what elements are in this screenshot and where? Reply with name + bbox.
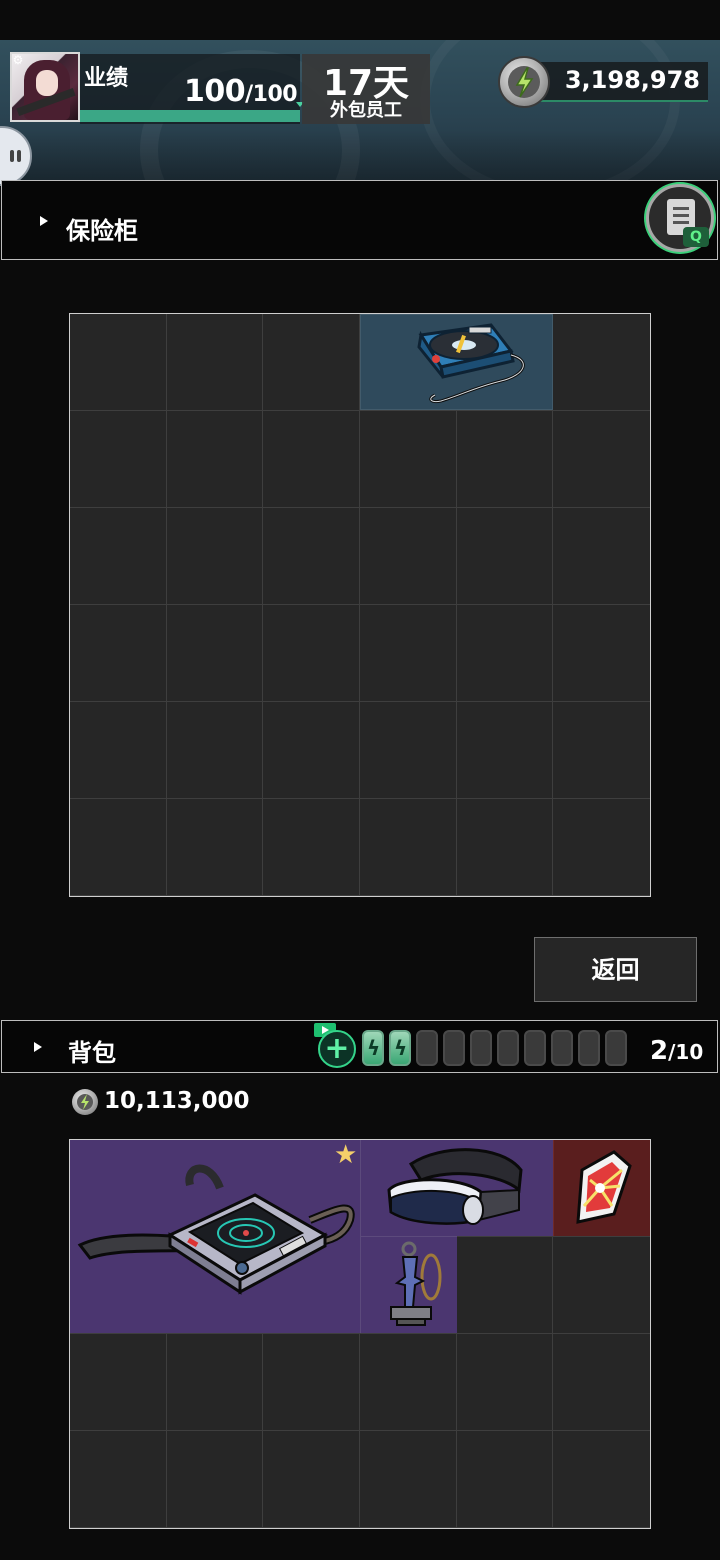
backpack-slot[interactable]: [553, 1237, 650, 1334]
backpack-title: 背包: [68, 1039, 116, 1067]
safe-slot[interactable]: [166, 702, 264, 799]
backpack-slot[interactable]: [456, 1237, 554, 1334]
safe-slot[interactable]: [456, 411, 554, 508]
safe-slot[interactable]: [359, 799, 457, 896]
safe-slot[interactable]: [456, 508, 554, 605]
safe-slot[interactable]: [359, 411, 457, 508]
inventory-log-button[interactable]: Q: [646, 184, 714, 252]
safe-slot[interactable]: [553, 508, 650, 605]
settings-gear-icon[interactable]: ⚙: [11, 53, 25, 67]
favorite-star-icon: ★: [334, 1140, 358, 1170]
safe-slot[interactable]: [553, 411, 650, 508]
safe-slot[interactable]: [553, 799, 650, 896]
safe-slot[interactable]: [70, 799, 167, 896]
safe-slot[interactable]: [70, 314, 167, 411]
safe-slot[interactable]: [359, 508, 457, 605]
add-capacity-button[interactable]: +: [318, 1030, 356, 1068]
safe-slot[interactable]: [70, 605, 167, 702]
performance-value: 100/100: [184, 74, 298, 109]
battery-full-icon: [362, 1030, 384, 1066]
backpack-slot[interactable]: [70, 1334, 167, 1431]
safe-slot[interactable]: [263, 508, 360, 605]
item-radar-device[interactable]: [70, 1140, 360, 1333]
battery-empty-icon: [578, 1030, 600, 1066]
safe-slot[interactable]: [166, 508, 264, 605]
safe-slot[interactable]: [359, 605, 457, 702]
backpack-slot[interactable]: [456, 1334, 554, 1431]
backpack-slot[interactable]: [70, 1431, 167, 1528]
safe-title: 保险柜: [66, 217, 138, 245]
vr-headset-icon: [387, 1148, 523, 1225]
crystal-icon: [576, 1150, 632, 1224]
backpack-expand-arrow-icon: [34, 1042, 42, 1052]
safe-slot[interactable]: [553, 314, 650, 411]
safe-slot[interactable]: [263, 605, 360, 702]
safe-slot[interactable]: [70, 411, 167, 508]
safe-slot[interactable]: [166, 605, 264, 702]
backpack-capacity: 2/10: [650, 1036, 704, 1066]
safe-header[interactable]: 保险柜: [1, 180, 718, 260]
performance-bar: [80, 110, 300, 122]
item-vr-headset[interactable]: [360, 1140, 553, 1236]
safe-slot[interactable]: [70, 508, 167, 605]
energy-coin-icon: [498, 56, 550, 108]
employee-type-label: 外包员工: [330, 100, 402, 121]
backpack-slot[interactable]: [359, 1431, 457, 1528]
safe-slot[interactable]: [263, 411, 360, 508]
backpack-slot[interactable]: [263, 1334, 360, 1431]
battery-empty-icon: [416, 1030, 438, 1066]
item-keychain[interactable]: [360, 1236, 457, 1333]
safe-slot[interactable]: [263, 314, 360, 411]
item-cd-player[interactable]: [360, 314, 553, 410]
battery-empty-icon: [605, 1030, 627, 1066]
backpack-slot[interactable]: [359, 1334, 457, 1431]
safe-slot[interactable]: [553, 605, 650, 702]
battery-empty-icon: [497, 1030, 519, 1066]
cd-player-icon: [417, 323, 525, 403]
backpack-slot[interactable]: [553, 1431, 650, 1528]
safe-slot[interactable]: [263, 702, 360, 799]
safe-slot[interactable]: [553, 702, 650, 799]
back-button[interactable]: 返回: [534, 937, 697, 1002]
radar-device-icon: [77, 1164, 355, 1295]
safe-slot[interactable]: [263, 799, 360, 896]
safe-slot[interactable]: [166, 314, 264, 411]
backpack-slot[interactable]: [166, 1431, 264, 1528]
battery-empty-icon: [443, 1030, 465, 1066]
search-icon: Q: [683, 227, 709, 247]
safe-slot[interactable]: [456, 799, 554, 896]
performance-label: 业绩: [84, 66, 129, 91]
backpack-slot[interactable]: [456, 1431, 554, 1528]
currency-value: 3,198,978: [564, 66, 700, 94]
safe-slot[interactable]: [70, 702, 167, 799]
battery-full-icon: [389, 1030, 411, 1066]
safe-expand-arrow-icon: [40, 216, 48, 226]
backpack-slot[interactable]: [263, 1431, 360, 1528]
safe-slot[interactable]: [456, 702, 554, 799]
money-coin-icon: [72, 1089, 98, 1115]
backpack-slot[interactable]: [553, 1334, 650, 1431]
battery-empty-icon: [470, 1030, 492, 1066]
keychain-icon: [390, 1241, 442, 1326]
backpack-money: 10,113,000: [104, 1088, 250, 1114]
battery-empty-icon: [551, 1030, 573, 1066]
safe-slot[interactable]: [166, 411, 264, 508]
backpack-slot[interactable]: [166, 1334, 264, 1431]
safe-slot[interactable]: [456, 605, 554, 702]
safe-slot[interactable]: [166, 799, 264, 896]
safe-slot[interactable]: [359, 702, 457, 799]
item-red-crystal[interactable]: [553, 1140, 650, 1236]
battery-empty-icon: [524, 1030, 546, 1066]
performance-bar-fill: [80, 110, 300, 122]
